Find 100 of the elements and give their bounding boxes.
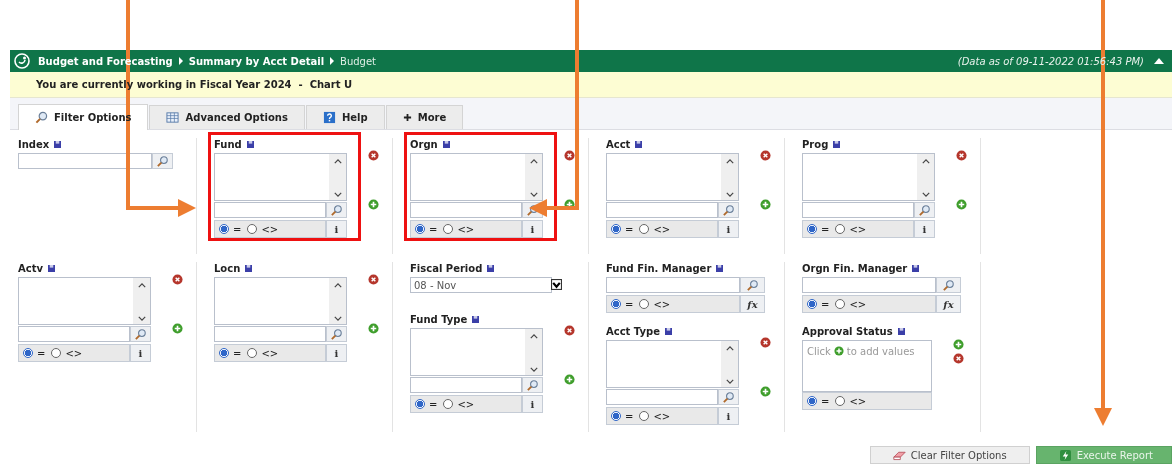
search-button[interactable] bbox=[718, 389, 739, 405]
floppy-icon[interactable] bbox=[245, 265, 253, 272]
value-input[interactable] bbox=[214, 326, 326, 342]
chevron-up-icon[interactable] bbox=[333, 283, 342, 288]
radio-button[interactable] bbox=[415, 224, 425, 234]
value-input[interactable] bbox=[410, 202, 522, 218]
add-icon[interactable] bbox=[564, 374, 575, 385]
info-button[interactable]: i bbox=[522, 395, 543, 413]
chevron-down-icon[interactable] bbox=[725, 379, 734, 384]
radio-button[interactable] bbox=[807, 396, 817, 406]
radio-button[interactable] bbox=[639, 224, 650, 234]
value-input[interactable] bbox=[606, 202, 718, 218]
remove-icon[interactable] bbox=[172, 274, 183, 285]
search-button[interactable] bbox=[740, 277, 765, 293]
radio-button[interactable] bbox=[247, 224, 258, 234]
info-button[interactable]: i bbox=[914, 220, 935, 238]
chevron-up-icon[interactable] bbox=[137, 283, 146, 288]
tab[interactable]: More bbox=[385, 105, 464, 129]
value-input[interactable] bbox=[606, 389, 718, 405]
remove-icon[interactable] bbox=[760, 337, 771, 348]
chevron-up-icon[interactable] bbox=[333, 159, 342, 164]
chevron-down-icon[interactable] bbox=[529, 192, 538, 197]
add-icon[interactable] bbox=[953, 339, 964, 350]
chevron-down-icon[interactable] bbox=[333, 192, 342, 197]
index-input[interactable] bbox=[18, 153, 152, 169]
remove-icon[interactable] bbox=[368, 150, 379, 161]
search-button[interactable] bbox=[130, 326, 151, 342]
chevron-up-icon[interactable] bbox=[921, 159, 930, 164]
scrollbar[interactable] bbox=[721, 154, 738, 200]
value-input[interactable] bbox=[18, 326, 130, 342]
dropdown-arrow-icon[interactable] bbox=[551, 279, 562, 290]
floppy-icon[interactable] bbox=[54, 141, 62, 148]
fiscal-period-dropdown[interactable]: 08 - Nov bbox=[410, 277, 552, 293]
add-icon[interactable] bbox=[760, 386, 771, 397]
radio-button[interactable] bbox=[639, 299, 650, 309]
add-icon[interactable] bbox=[760, 199, 771, 210]
radio-button[interactable] bbox=[415, 399, 425, 409]
tab[interactable]: Help bbox=[305, 105, 385, 129]
scrollbar[interactable] bbox=[525, 329, 542, 375]
chevron-up-icon[interactable] bbox=[529, 159, 538, 164]
radio-button[interactable] bbox=[443, 224, 454, 234]
chevron-up-icon[interactable] bbox=[725, 159, 734, 164]
floppy-icon[interactable] bbox=[912, 265, 920, 272]
radio-button[interactable] bbox=[219, 224, 229, 234]
info-button[interactable]: i bbox=[718, 220, 739, 238]
chevron-down-icon[interactable] bbox=[529, 367, 538, 372]
chevron-up-icon[interactable] bbox=[725, 346, 734, 351]
radio-button[interactable] bbox=[835, 396, 846, 406]
search-button[interactable] bbox=[914, 202, 935, 218]
radio-button[interactable] bbox=[611, 411, 621, 421]
info-button[interactable]: i bbox=[326, 344, 347, 362]
radio-button[interactable] bbox=[247, 348, 258, 358]
value-input[interactable] bbox=[214, 202, 326, 218]
radio-button[interactable] bbox=[611, 299, 621, 309]
remove-icon[interactable] bbox=[564, 325, 575, 336]
remove-icon[interactable] bbox=[760, 150, 771, 161]
chevron-down-icon[interactable] bbox=[725, 192, 734, 197]
breadcrumb-link[interactable]: Summary by Acct Detail bbox=[188, 55, 325, 67]
floppy-icon[interactable] bbox=[472, 316, 480, 323]
floppy-icon[interactable] bbox=[716, 265, 724, 272]
floppy-icon[interactable] bbox=[635, 141, 643, 148]
manager-input[interactable] bbox=[802, 277, 936, 293]
search-button[interactable] bbox=[522, 377, 543, 393]
floppy-icon[interactable] bbox=[897, 328, 905, 335]
scrollbar[interactable] bbox=[329, 154, 346, 200]
add-icon[interactable] bbox=[956, 199, 967, 210]
scrollbar[interactable] bbox=[133, 278, 150, 324]
search-button[interactable] bbox=[152, 153, 173, 169]
scrollbar[interactable] bbox=[525, 154, 542, 200]
add-icon[interactable] bbox=[172, 323, 183, 334]
add-icon[interactable] bbox=[368, 323, 379, 334]
remove-icon[interactable] bbox=[564, 150, 575, 161]
radio-button[interactable] bbox=[443, 399, 454, 409]
floppy-icon[interactable] bbox=[487, 265, 495, 272]
chevron-up-icon[interactable] bbox=[529, 334, 538, 339]
info-button[interactable]: i bbox=[130, 344, 151, 362]
remove-icon[interactable] bbox=[953, 353, 964, 364]
value-input[interactable] bbox=[410, 377, 522, 393]
formula-button[interactable]: fx bbox=[740, 295, 765, 313]
info-button[interactable]: i bbox=[522, 220, 543, 238]
remove-icon[interactable] bbox=[368, 274, 379, 285]
value-input[interactable] bbox=[802, 202, 914, 218]
radio-button[interactable] bbox=[807, 224, 817, 234]
floppy-icon[interactable] bbox=[664, 328, 672, 335]
floppy-icon[interactable] bbox=[833, 141, 841, 148]
search-button[interactable] bbox=[326, 326, 347, 342]
chevron-down-icon[interactable] bbox=[333, 316, 342, 321]
info-button[interactable]: i bbox=[326, 220, 347, 238]
radio-button[interactable] bbox=[639, 411, 650, 421]
radio-button[interactable] bbox=[219, 348, 229, 358]
radio-button[interactable] bbox=[807, 299, 817, 309]
remove-icon[interactable] bbox=[956, 150, 967, 161]
scrollbar[interactable] bbox=[721, 341, 738, 387]
chevron-down-icon[interactable] bbox=[921, 192, 930, 197]
formula-button[interactable]: fx bbox=[936, 295, 961, 313]
radio-button[interactable] bbox=[835, 299, 846, 309]
floppy-icon[interactable] bbox=[442, 141, 450, 148]
radio-button[interactable] bbox=[51, 348, 62, 358]
search-button[interactable] bbox=[718, 202, 739, 218]
clear-filter-button[interactable]: Clear Filter Options bbox=[869, 446, 1030, 464]
